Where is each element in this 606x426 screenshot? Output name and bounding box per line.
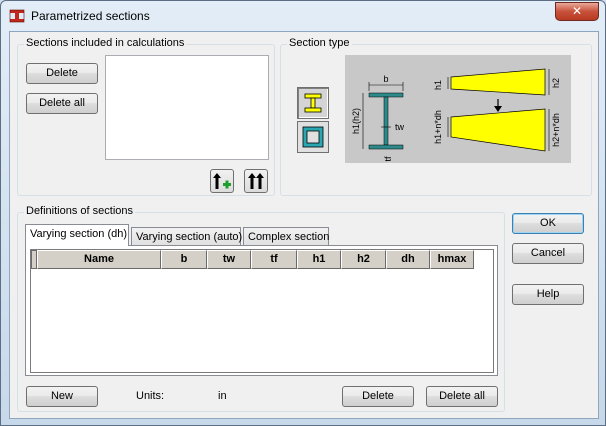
delete-all-definitions-button[interactable]: Delete all <box>426 386 498 407</box>
dim-tf: tf <box>383 156 393 162</box>
included-sections-list[interactable] <box>105 55 269 160</box>
column-header-tf[interactable]: tf <box>251 250 297 269</box>
dialog-window: Parametrized sections ✕ Sections include… <box>0 0 606 426</box>
cancel-button[interactable]: Cancel <box>512 243 584 264</box>
column-header-h1[interactable]: h1 <box>297 250 341 269</box>
box-section-icon <box>302 126 324 148</box>
add-all-sections-button[interactable] <box>244 169 268 193</box>
dim-h1-ndh: h1+n*dh <box>433 110 443 144</box>
column-header-dh[interactable]: dh <box>386 250 430 269</box>
window-title: Parametrized sections <box>31 9 150 23</box>
dim-tw: tw <box>395 122 405 132</box>
definitions-group: Definitions of sections Varying section … <box>17 205 505 412</box>
sections-grid[interactable]: Name b tw tf h1 h2 dh hmax <box>30 249 494 373</box>
column-header-name[interactable]: Name <box>37 250 161 269</box>
delete-section-button[interactable]: Delete <box>26 63 98 84</box>
tab-complex-section[interactable]: Complex section <box>243 227 329 246</box>
add-section-button[interactable] <box>210 169 234 193</box>
grid-header: Name b tw tf h1 h2 dh hmax <box>31 250 474 269</box>
box-section-type-button[interactable] <box>297 121 329 153</box>
double-arrow-up-icon <box>248 173 264 189</box>
close-icon: ✕ <box>571 4 583 18</box>
section-diagram: b h1(h2) tw tf h1 h2 h1+n*dh h2+n*dh <box>345 55 571 163</box>
delete-all-sections-button[interactable]: Delete all <box>26 93 98 114</box>
dialog-client: Sections included in calculations Delete… <box>9 31 599 419</box>
column-header-b[interactable]: b <box>161 250 207 269</box>
help-button[interactable]: Help <box>512 284 584 305</box>
definitions-label: Definitions of sections <box>24 205 135 217</box>
units-value: in <box>218 390 227 402</box>
ok-button[interactable]: OK <box>512 213 584 234</box>
tab-varying-section-auto[interactable]: Varying section (auto) <box>131 227 242 246</box>
app-icon <box>9 8 25 24</box>
tab-panel: Name b tw tf h1 h2 dh hmax <box>25 245 498 376</box>
arrow-up-plus-icon <box>213 173 231 189</box>
dim-h1h2: h1(h2) <box>351 108 361 134</box>
dim-b: b <box>383 74 388 84</box>
i-section-type-button[interactable] <box>297 87 329 119</box>
dim-h2: h2 <box>551 78 561 88</box>
tab-varying-section-dh[interactable]: Varying section (dh) <box>25 224 129 246</box>
dim-h2-ndh: h2+n*dh <box>551 113 561 147</box>
column-header-tw[interactable]: tw <box>207 250 251 269</box>
close-button[interactable]: ✕ <box>555 2 599 21</box>
sections-included-label: Sections included in calculations <box>24 37 187 49</box>
section-type-group: Section type b h1(h2) tw tf h1 h2 h1+n*d… <box>280 37 592 196</box>
section-type-label: Section type <box>287 37 352 49</box>
i-section-icon <box>304 93 322 113</box>
sections-included-group: Sections included in calculations Delete… <box>17 37 275 196</box>
title-bar[interactable]: Parametrized sections ✕ <box>1 1 605 31</box>
column-header-hmax[interactable]: hmax <box>430 250 474 269</box>
units-label: Units: <box>136 390 165 402</box>
column-header-h2[interactable]: h2 <box>341 250 386 269</box>
delete-definition-button[interactable]: Delete <box>342 386 414 407</box>
new-section-button[interactable]: New <box>26 386 98 407</box>
dim-h1: h1 <box>433 80 443 90</box>
